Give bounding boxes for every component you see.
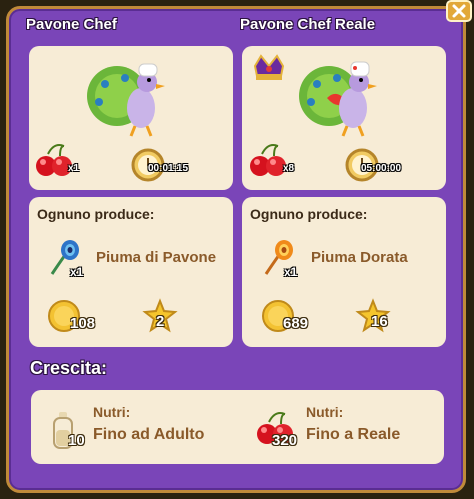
left-item-count: x1 — [70, 265, 84, 279]
left-produce-label: Ognuno produce: — [37, 206, 155, 222]
cherries-icon — [36, 144, 72, 176]
feed1-count: 10 — [68, 432, 85, 449]
growth-title: Crescita: — [30, 358, 108, 378]
right-xp: 16 — [371, 313, 388, 330]
feed1-value: Fino ad Adulto — [93, 426, 205, 443]
dialog: Pavone Chef Pavone Chef Reale x1 00:01:1… — [0, 0, 474, 499]
left-timer: 00:01:15 — [148, 163, 189, 174]
close-button[interactable] — [446, 0, 472, 22]
right-item-name: Piuma Dorata — [311, 249, 408, 266]
left-cost-count: x1 — [68, 163, 80, 174]
left-coins: 108 — [70, 315, 96, 332]
right-cost-count: x8 — [283, 163, 295, 174]
royal-peacock-chef-image — [299, 61, 377, 137]
cherries-icon — [250, 144, 286, 176]
left-title: Pavone Chef — [26, 16, 117, 33]
right-item-count: x1 — [284, 265, 298, 279]
peacock-chef-image — [87, 63, 165, 137]
left-item-name: Piuma di Pavone — [96, 249, 217, 266]
feed1-label: Nutri: — [93, 404, 131, 420]
right-coins: 689 — [283, 315, 309, 332]
left-xp: 2 — [156, 313, 165, 330]
crown-icon — [253, 54, 285, 80]
close-icon — [452, 4, 466, 18]
feed2-value: Fino a Reale — [306, 426, 401, 443]
feed2-count: 320 — [272, 432, 298, 449]
right-produce-label: Ognuno produce: — [250, 206, 368, 222]
right-timer: 05:00:00 — [361, 163, 402, 174]
right-title: Pavone Chef Reale — [240, 16, 376, 33]
feed2-label: Nutri: — [306, 404, 344, 420]
